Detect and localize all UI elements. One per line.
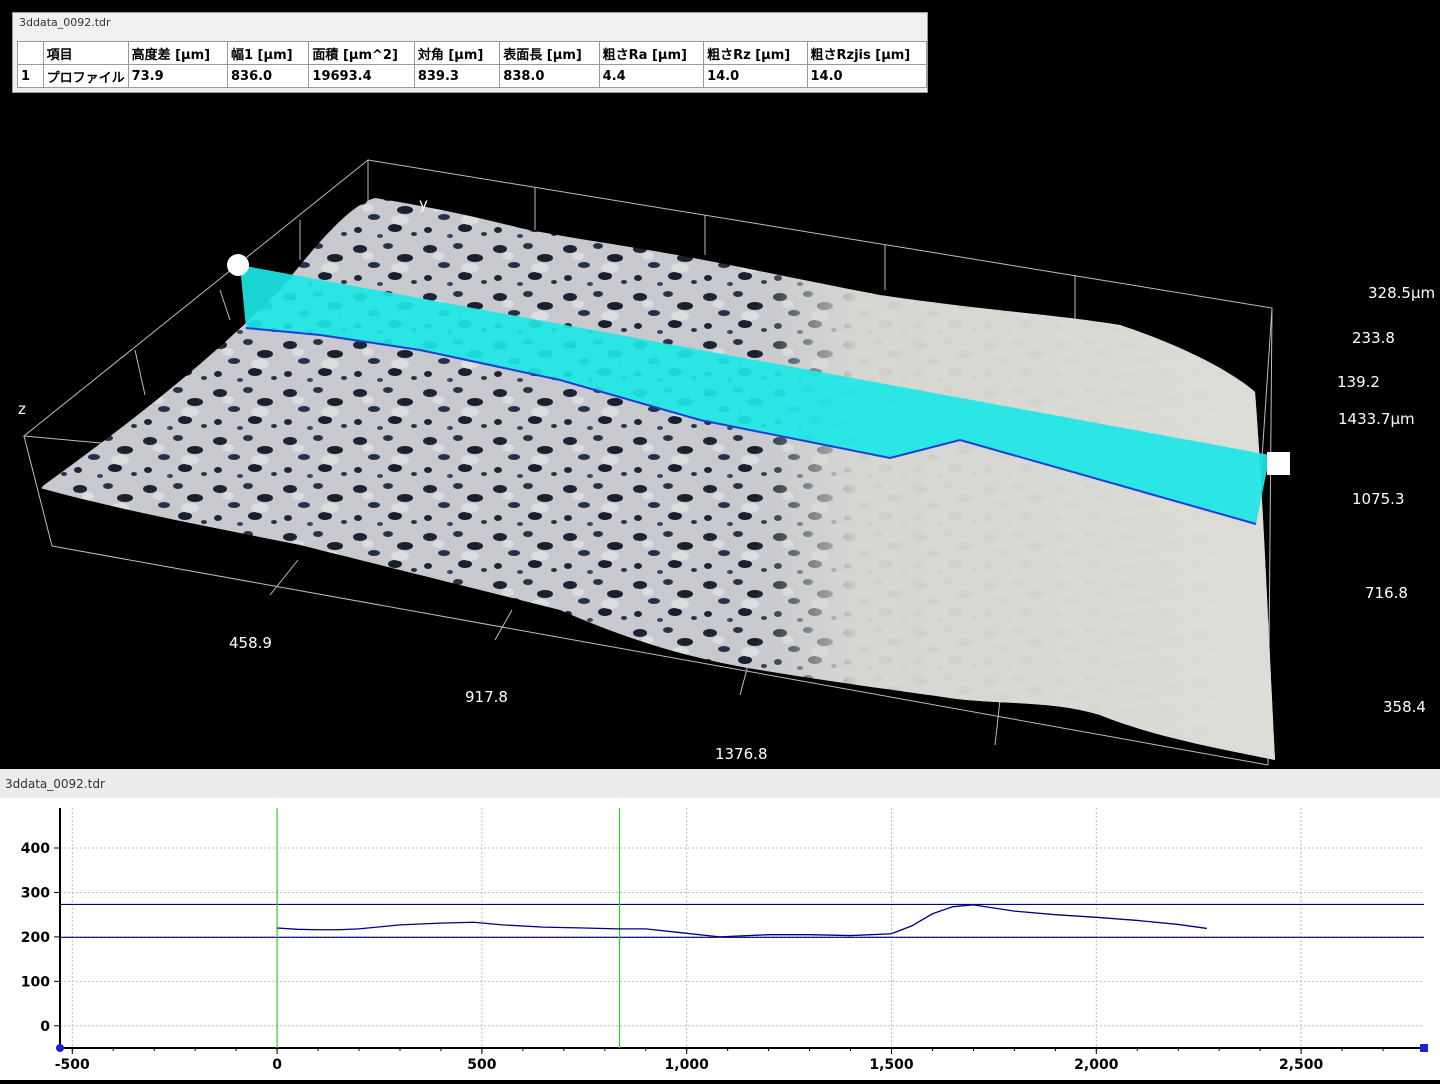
col-header-width[interactable]: 幅1 [μm] [226, 41, 310, 65]
cell-rzjis: 14.0 [806, 64, 927, 88]
results-panel-title: 3ddata_0092.tdr [19, 16, 111, 29]
x-tick-label: 0 [272, 1057, 282, 1073]
surface-mesh [40, 198, 1275, 760]
y-tick-label-2: 1075.3 [1352, 490, 1405, 508]
3d-view[interactable]: y z 328.5μm 233.8 139.2 1433.7μm 1075.3 … [0, 95, 1440, 768]
col-header-item[interactable]: 項目 [42, 41, 129, 65]
col-header-area[interactable]: 面積 [μm^2] [308, 41, 415, 65]
y-tick-label-1: 1433.7μm [1338, 410, 1415, 428]
y-tick-label-3: 716.8 [1365, 584, 1408, 602]
cell-rz: 14.0 [703, 64, 808, 88]
results-panel: 3ddata_0092.tdr 項目 高度差 [μm] 幅1 [μm] 面積 [… [12, 12, 928, 93]
cell-diagonal: 839.3 [413, 64, 501, 88]
y-tick-label-4: 358.4 [1383, 698, 1426, 716]
col-header-index[interactable] [17, 41, 44, 65]
x-tick-label-3: 1376.8 [715, 745, 768, 763]
y-tick-label: 100 [21, 974, 50, 990]
col-header-surface-length[interactable]: 表面長 [μm] [499, 41, 600, 65]
cell-index: 1 [17, 64, 44, 88]
cell-ra: 4.4 [598, 64, 705, 88]
x-tick-label: 1,000 [665, 1057, 710, 1073]
col-header-ra[interactable]: 粗さRa [μm] [598, 41, 705, 65]
x-tick-label: 1,500 [869, 1057, 914, 1073]
z-tick-label-3: 139.2 [1337, 373, 1380, 391]
profile-chart[interactable]: -500 0 500 1,000 1,500 2,000 2,500 0 100 200 300 40… [0, 798, 1440, 1080]
x-tick-label: 2,500 [1279, 1057, 1324, 1073]
z-tick-label-1: 328.5μm [1368, 284, 1435, 302]
z-tick-label-2: 233.8 [1352, 329, 1395, 347]
axis-origin-marker[interactable] [56, 1044, 64, 1052]
cell-surface-length: 838.0 [499, 64, 600, 88]
y-tick-label: 200 [21, 930, 50, 946]
profile-graph-area[interactable]: -500 0 500 1,000 1,500 2,000 2,500 0 100 200 300 40… [0, 798, 1440, 1080]
cell-area: 19693.4 [308, 64, 415, 88]
axis-label-y: y [419, 195, 428, 213]
cell-height-diff: 73.9 [127, 64, 228, 88]
y-tick-label: 300 [21, 885, 50, 901]
col-header-rz[interactable]: 粗さRz [μm] [703, 41, 808, 65]
col-header-diagonal[interactable]: 対角 [μm] [413, 41, 501, 65]
graph-panel-title: 3ddata_0092.tdr [5, 777, 105, 791]
x-tick-label-2: 917.8 [465, 688, 508, 706]
x-tick-label: -500 [55, 1057, 90, 1073]
cell-width: 836.0 [226, 64, 310, 88]
profile-start-handle[interactable] [227, 254, 249, 276]
axis-end-marker[interactable] [1420, 1044, 1428, 1052]
profile-end-handle[interactable] [1267, 452, 1290, 475]
col-header-rzjis[interactable]: 粗さRzjis [μm] [806, 41, 927, 65]
x-tick-label: 500 [467, 1057, 496, 1073]
y-tick-label: 0 [40, 1019, 50, 1035]
3d-view-canvas[interactable]: y z 328.5μm 233.8 139.2 1433.7μm 1075.3 … [0, 95, 1440, 768]
results-header-row: 項目 高度差 [μm] 幅1 [μm] 面積 [μm^2] 対角 [μm] 表面… [17, 41, 927, 65]
x-tick-label-1: 458.9 [229, 634, 272, 652]
cell-item: プロファイル [42, 64, 129, 88]
table-row[interactable]: 1 プロファイル 73.9 836.0 19693.4 839.3 838.0 … [17, 64, 927, 88]
profile-graph-panel: 3ddata_0092.tdr -500 0 500 1,000 1,500 2,000 2… [0, 769, 1440, 1080]
x-tick-label: 2,000 [1074, 1057, 1119, 1073]
col-header-height-diff[interactable]: 高度差 [μm] [127, 41, 228, 65]
results-table: 項目 高度差 [μm] 幅1 [μm] 面積 [μm^2] 対角 [μm] 表面… [17, 41, 927, 88]
axis-label-z: z [18, 400, 26, 418]
y-tick-label: 400 [21, 841, 50, 857]
profile-series-line [277, 904, 1207, 938]
